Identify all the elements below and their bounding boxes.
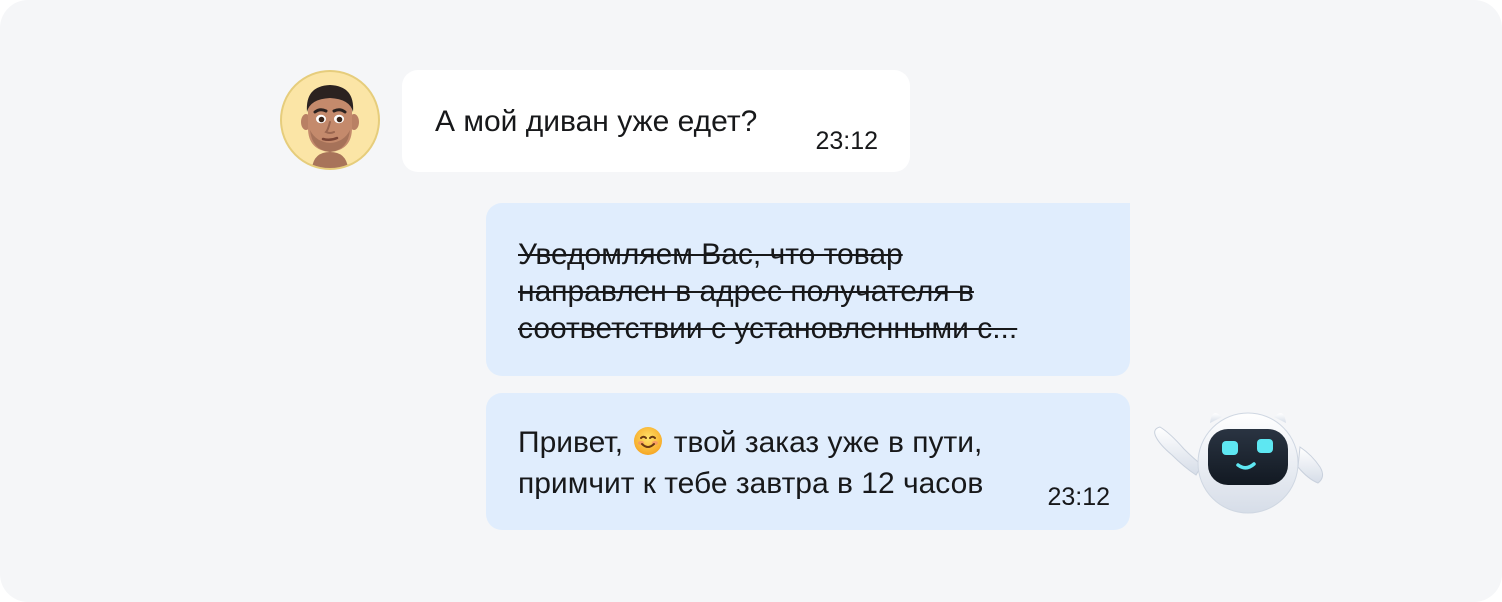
bot-old-message-text: Уведомляем Вас, что товар направлен в ад… (518, 238, 1018, 345)
bot-new-message-greeting: Привет, (518, 426, 624, 459)
memoji-avatar-icon (301, 85, 359, 168)
user-avatar[interactable] (280, 70, 380, 170)
chat-panel: А мой диван уже едет? 23:12 Уведомляем В… (0, 0, 1502, 602)
bot-new-message-line-2: примчит к тебе завтра в 12 часов (518, 467, 984, 500)
user-message-bubble: А мой диван уже едет? 23:12 (402, 70, 910, 172)
bot-avatar[interactable] (1150, 403, 1330, 518)
user-message-text: А мой диван уже едет? (435, 105, 758, 138)
bot-new-message-line1-rest: твой заказ уже в пути, (673, 426, 983, 459)
user-message-time: 23:12 (815, 127, 878, 155)
robot-mascot-icon (1154, 412, 1324, 514)
bot-new-message-text: Привет, твой заказ уже в пути, примчит к… (518, 424, 983, 502)
bot-new-message-time: 23:12 (1047, 483, 1110, 511)
smiling-face-emoji-icon (633, 426, 663, 465)
bot-new-message-bubble: Привет, твой заказ уже в пути, примчит к… (486, 393, 1130, 530)
bot-new-message-line-1: Привет, твой заказ уже в пути, (518, 424, 983, 465)
bot-old-message-bubble: Уведомляем Вас, что товар направлен в ад… (486, 203, 1130, 376)
